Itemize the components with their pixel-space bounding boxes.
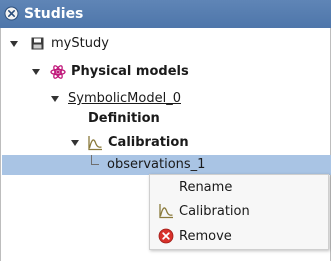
tree-item-calibration[interactable]: Calibration xyxy=(1,132,330,154)
expand-arrow-icon[interactable] xyxy=(32,69,40,75)
menu-item-rename[interactable]: Rename xyxy=(150,175,328,200)
menu-item-calibration-label: Calibration xyxy=(179,204,250,219)
menu-item-rename-label: Rename xyxy=(179,180,233,195)
context-menu: Rename Calibration Remove xyxy=(149,174,329,250)
expand-arrow-icon[interactable] xyxy=(10,41,18,47)
atom-icon xyxy=(50,65,66,79)
calibration-icon xyxy=(159,204,173,219)
save-icon xyxy=(31,37,44,50)
menu-item-calibration[interactable]: Calibration xyxy=(150,199,328,224)
expand-arrow-icon[interactable] xyxy=(71,140,79,146)
tree-item-study-label: myStudy xyxy=(51,36,109,51)
panel-title-bar: Studies xyxy=(0,0,331,28)
tree-item-study[interactable]: myStudy xyxy=(1,33,330,55)
tree-item-model-label: SymbolicModel_0 xyxy=(68,91,181,106)
remove-icon xyxy=(158,228,174,244)
menu-item-remove[interactable]: Remove xyxy=(150,224,328,249)
tree-item-observations-label: observations_1 xyxy=(107,157,206,172)
tree-item-definition-label: Definition xyxy=(88,111,160,126)
expand-arrow-icon[interactable] xyxy=(51,96,59,102)
tree-item-physical-models-label: Physical models xyxy=(71,64,189,79)
tree-item-definition[interactable]: Definition xyxy=(1,108,330,130)
panel-title: Studies xyxy=(24,6,84,22)
close-icon[interactable] xyxy=(4,6,19,21)
tree-item-calibration-label: Calibration xyxy=(108,135,189,150)
tree-item-physical-models[interactable]: Physical models xyxy=(1,61,330,83)
tree-item-model[interactable]: SymbolicModel_0 xyxy=(1,88,330,110)
calibration-icon xyxy=(88,136,102,151)
tree-item-observations[interactable]: observations_1 xyxy=(1,154,330,176)
menu-item-remove-label: Remove xyxy=(179,229,232,244)
